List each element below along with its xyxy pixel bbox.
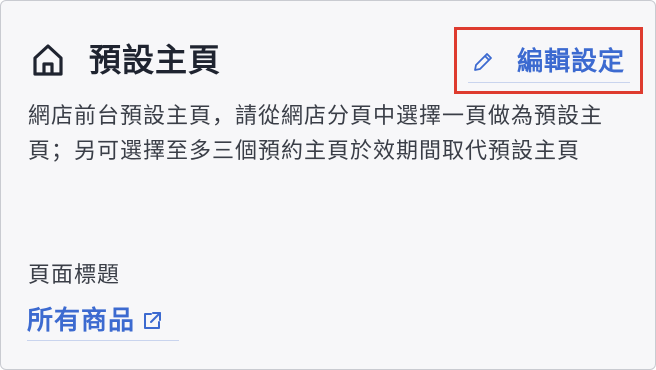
page-title-field-link[interactable]: 所有商品 — [27, 302, 179, 341]
pencil-icon — [471, 50, 495, 74]
home-icon — [29, 41, 67, 79]
card-header: 預設主頁 — [29, 41, 221, 79]
edit-settings-button[interactable]: 編輯設定 — [454, 27, 643, 94]
page-title-field-value: 所有商品 — [27, 306, 136, 336]
homepage-description: 網店前台預設主頁，請從網店分頁中選擇一頁做為預設主頁；另可選擇至多三個預約主頁於… — [28, 104, 604, 164]
homepage-settings-card: 預設主頁 編輯設定 網店前台預設主頁，請從網店分頁中選擇一頁做為預設主頁；另可選… — [0, 0, 656, 370]
edit-settings-label: 編輯設定 — [517, 47, 626, 77]
external-link-icon — [141, 310, 163, 332]
page-title-field-label: 頁面標題 — [28, 263, 121, 288]
page-title: 預設主頁 — [89, 41, 222, 79]
edit-settings-link[interactable]: 編輯設定 — [468, 42, 630, 83]
